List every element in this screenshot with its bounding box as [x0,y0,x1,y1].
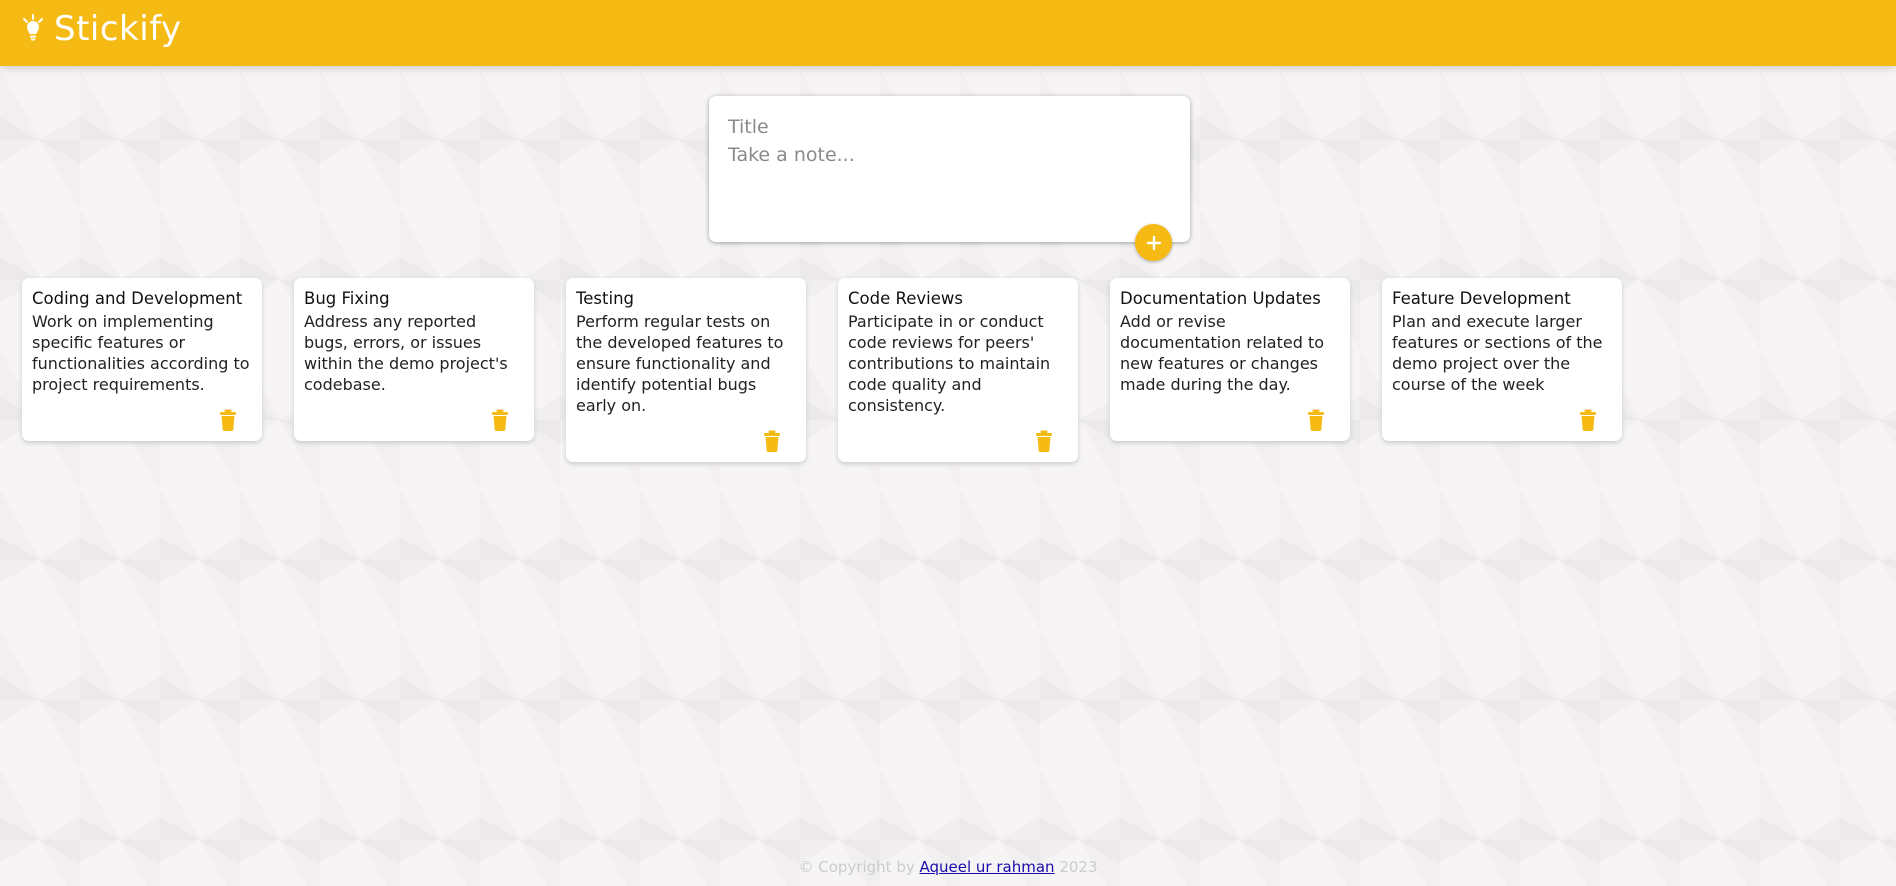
copyright-text: © Copyright by [798,858,915,876]
app-title: Stickify [54,9,182,49]
app-header: Stickify [0,0,1896,66]
note-card: Feature Development Plan and execute lar… [1382,278,1622,441]
note-card: Testing Perform regular tests on the dev… [566,278,806,462]
trash-icon [492,409,508,431]
note-title: Coding and Development [32,289,243,308]
note-title-input[interactable] [728,112,1168,142]
trash-icon [1308,409,1324,431]
note-content: Participate in or conduct code reviews f… [848,312,1051,415]
note-title: Bug Fixing [304,289,390,308]
note-content-input[interactable] [728,144,1168,204]
note-card: Coding and Development Work on implement… [22,278,262,441]
footer: © Copyright by Aqueel ur rahman 2023 [0,858,1896,876]
note-card: Bug Fixing Address any reported bugs, er… [294,278,534,441]
note-title: Testing [576,289,635,308]
note-card: Code Reviews Participate in or conduct c… [838,278,1078,462]
delete-note-button[interactable] [762,430,782,452]
trash-icon [1580,409,1596,431]
delete-note-button[interactable] [1578,409,1598,431]
note-content: Perform regular tests on the developed f… [576,312,784,415]
delete-note-button[interactable] [218,409,238,431]
delete-note-button[interactable] [490,409,510,431]
note-card: Documentation Updates Add or revise docu… [1110,278,1350,441]
note-title: Documentation Updates [1120,289,1321,308]
plus-icon [1146,235,1161,250]
create-note-form [709,96,1190,242]
note-title: Code Reviews [848,289,963,308]
note-content: Address any reported bugs, errors, or is… [304,312,508,394]
author-link[interactable]: Aqueel ur rahman [920,858,1055,876]
note-content: Add or revise documentation related to n… [1120,312,1325,394]
delete-note-button[interactable] [1034,430,1054,452]
trash-icon [764,430,780,452]
note-title: Feature Development [1392,289,1571,308]
add-note-button[interactable] [1135,224,1172,261]
trash-icon [1036,430,1052,452]
note-content: Work on implementing specific features o… [32,312,250,394]
trash-icon [220,409,236,431]
lightbulb-icon [23,14,43,41]
delete-note-button[interactable] [1306,409,1326,431]
note-content: Plan and execute larger features or sect… [1392,312,1603,394]
copyright-year: 2023 [1059,858,1098,876]
